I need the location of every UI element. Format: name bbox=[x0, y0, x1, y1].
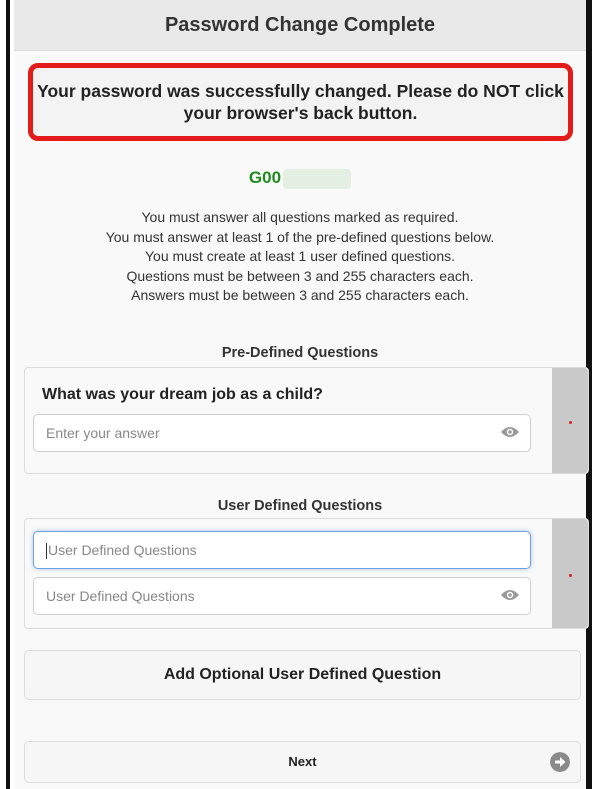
user-id-prefix: G00 bbox=[248, 168, 282, 187]
required-dot-icon bbox=[569, 420, 572, 424]
eye-icon[interactable] bbox=[500, 588, 520, 602]
user-defined-section-title: User Defined Questions bbox=[217, 498, 383, 514]
required-dot-icon bbox=[569, 573, 572, 577]
success-alert: Your password was successfully changed. … bbox=[28, 63, 573, 141]
instruction-line: You must answer at least 1 of the pre-de… bbox=[105, 228, 495, 245]
predefined-section-title: Pre-Defined Questions bbox=[221, 345, 379, 361]
next-button[interactable]: Next bbox=[24, 741, 581, 783]
instruction-line: Answers must be between 3 and 255 charac… bbox=[131, 287, 469, 303]
instruction-line: You must create at least 1 user defined … bbox=[144, 248, 455, 264]
required-indicator bbox=[552, 368, 588, 473]
page-title: Password Change Complete bbox=[14, 0, 586, 51]
window-left-edge bbox=[0, 0, 10, 789]
add-optional-question-button[interactable]: Add Optional User Defined Question bbox=[24, 650, 581, 700]
text-cursor bbox=[46, 543, 47, 560]
user-defined-answer-input[interactable]: User Defined Questions bbox=[33, 577, 531, 615]
instructions: You must answer all questions marked as … bbox=[14, 208, 586, 306]
predefined-answer-input[interactable]: Enter your answer bbox=[33, 414, 531, 452]
instruction-line: You must answer all questions marked as … bbox=[141, 209, 459, 225]
predefined-answer-placeholder: Enter your answer bbox=[46, 425, 160, 441]
user-defined-answer-placeholder: User Defined Questions bbox=[46, 588, 195, 604]
redacted-id-blur bbox=[283, 168, 352, 189]
user-defined-question-input[interactable]: User Defined Questions bbox=[33, 531, 531, 569]
required-indicator bbox=[552, 519, 588, 628]
arrow-right-circle-icon bbox=[550, 752, 570, 772]
instruction-line: Questions must be between 3 and 255 char… bbox=[126, 267, 474, 284]
predefined-question-label: What was your dream job as a child? bbox=[42, 386, 323, 403]
next-button-label: Next bbox=[288, 754, 317, 769]
eye-icon[interactable] bbox=[500, 425, 520, 439]
user-defined-question-box: User Defined Questions User Defined Ques… bbox=[24, 518, 589, 629]
main-panel: Password Change Complete Your password w… bbox=[14, 0, 589, 789]
user-defined-question-placeholder: User Defined Questions bbox=[48, 542, 197, 558]
predefined-question-box: What was your dream job as a child? Ente… bbox=[24, 367, 589, 474]
user-id: G00 bbox=[14, 168, 586, 189]
